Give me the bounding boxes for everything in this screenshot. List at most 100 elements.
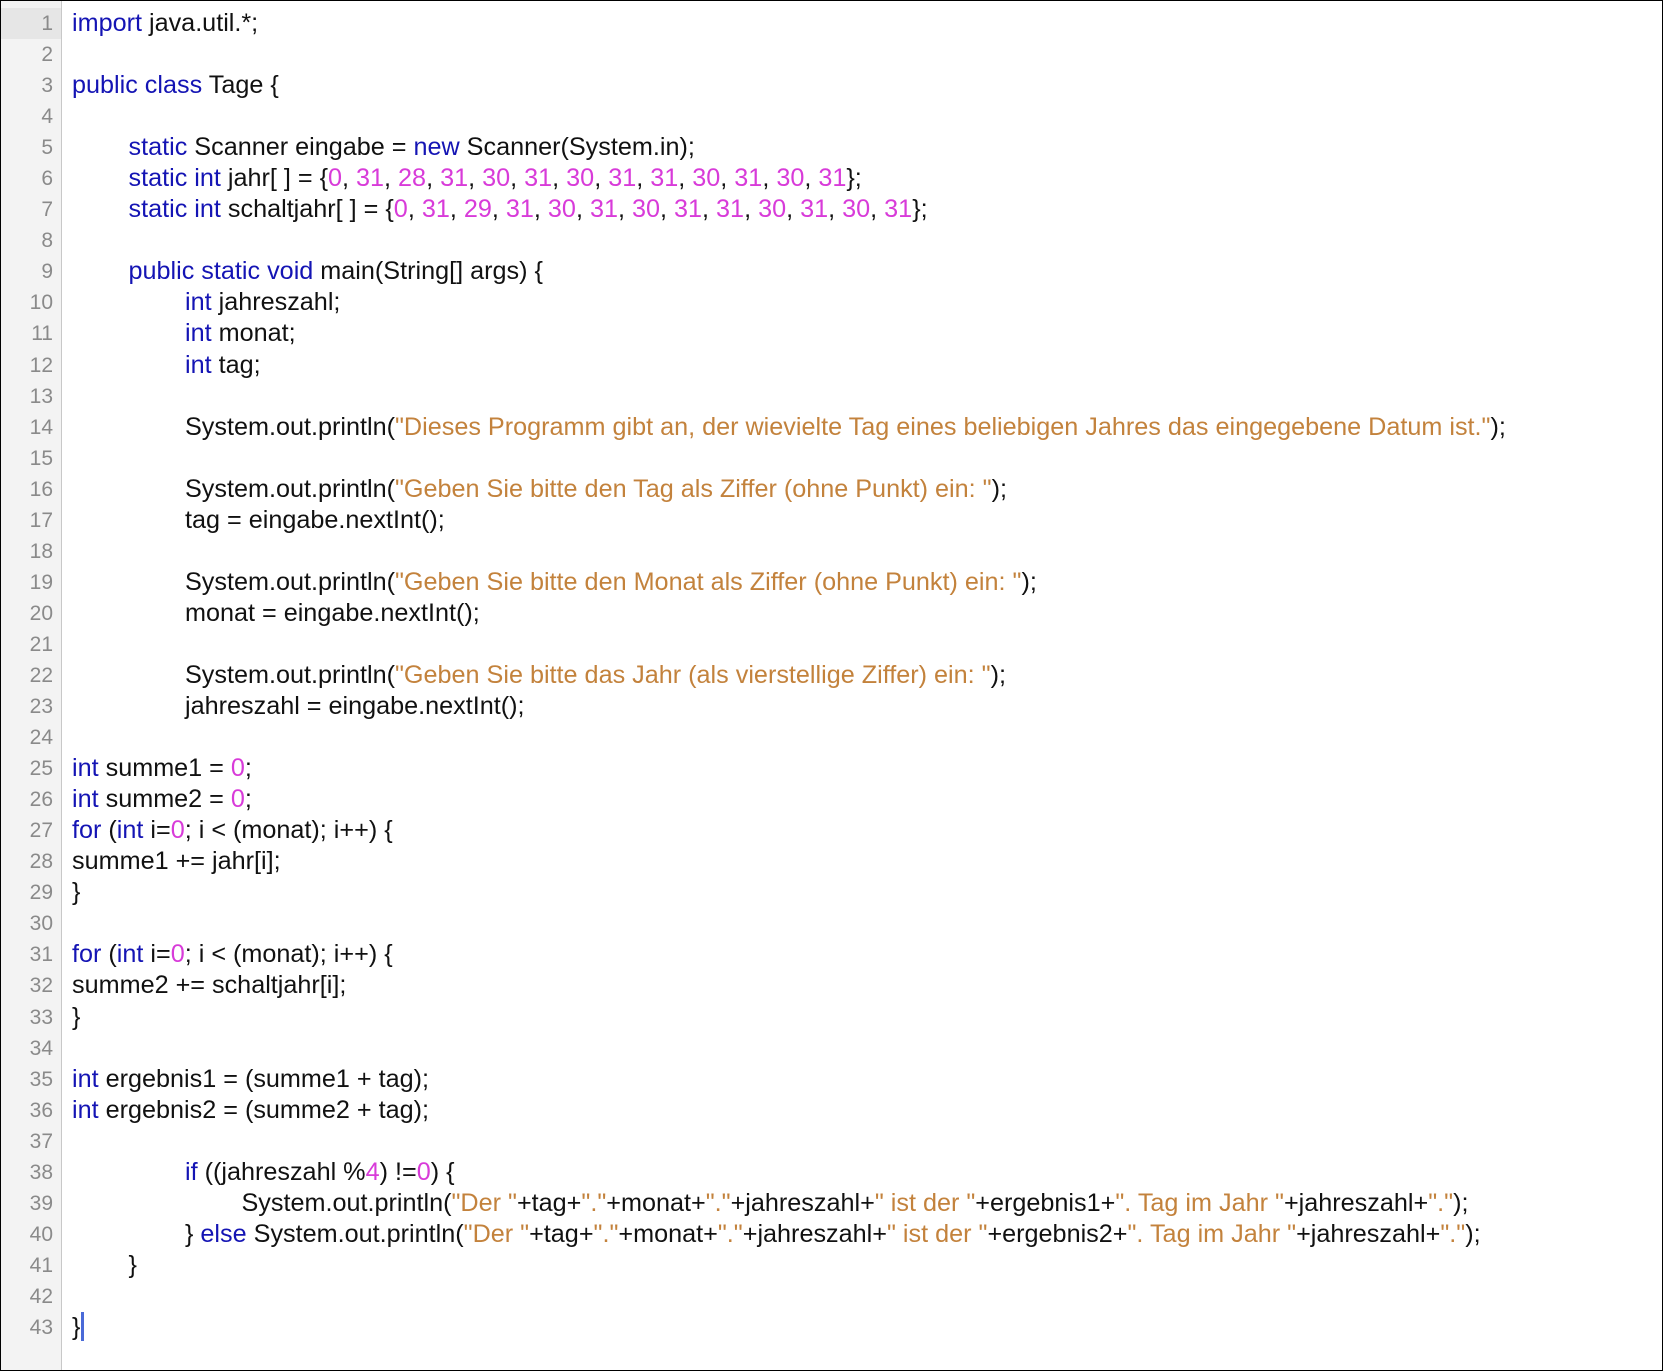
- code-text[interactable]: static Scanner eingabe = new Scanner(Sys…: [129, 132, 695, 163]
- code-text[interactable]: monat = eingabe.nextInt();: [185, 598, 480, 629]
- code-text[interactable]: System.out.println("Geben Sie bitte den …: [185, 474, 1007, 505]
- code-line[interactable]: 8: [1, 225, 1662, 256]
- code-text[interactable]: System.out.println("Dieses Programm gibt…: [185, 412, 1506, 443]
- code-text[interactable]: if ((jahreszahl %4) !=0) {: [185, 1157, 455, 1188]
- code-line[interactable]: 26 int summe2 = 0;: [1, 784, 1662, 815]
- line-number: 18: [29, 539, 53, 563]
- code-editor[interactable]: 1 import java.util.*; 2 3 public class Tage …: [0, 0, 1663, 1371]
- code-line[interactable]: 43}: [1, 1311, 1662, 1343]
- number-literal-token: 30: [758, 195, 787, 224]
- code-line[interactable]: 10 int jahreszahl;: [1, 287, 1662, 318]
- plain-token: ,: [744, 195, 759, 224]
- code-text[interactable]: int jahreszahl;: [185, 287, 340, 318]
- plain-token: ,: [426, 164, 441, 193]
- plain-token: System.out.println(: [185, 660, 395, 689]
- code-text[interactable]: int summe2 = 0;: [72, 784, 252, 815]
- code-line[interactable]: 23 jahreszahl = eingabe.nextInt();: [1, 691, 1662, 722]
- code-text[interactable]: for (int i=0; i < (monat); i++) {: [72, 939, 393, 970]
- code-text[interactable]: import java.util.*;: [72, 8, 258, 39]
- code-line[interactable]: 1 import java.util.*;: [1, 8, 1662, 40]
- plain-token: ,: [678, 164, 693, 193]
- code-line[interactable]: 5 static Scanner eingabe = new Scanner(Sy…: [1, 132, 1662, 163]
- code-text[interactable]: int summe1 = 0;: [72, 753, 252, 784]
- code-line[interactable]: 24: [1, 722, 1662, 753]
- code-line[interactable]: 34: [1, 1033, 1662, 1064]
- code-line[interactable]: 36 int ergebnis2 = (summe2 + tag);: [1, 1095, 1662, 1126]
- code-line[interactable]: 42: [1, 1281, 1662, 1312]
- code-line[interactable]: 15: [1, 443, 1662, 474]
- code-line[interactable]: 25 int summe1 = 0;: [1, 753, 1662, 784]
- code-line[interactable]: 2: [1, 39, 1662, 70]
- code-text[interactable]: System.out.println("Geben Sie bitte den …: [185, 567, 1037, 598]
- keyword-token: else: [200, 1219, 247, 1248]
- plain-token: +tag+: [529, 1219, 594, 1248]
- code-text[interactable]: int ergebnis1 = (summe1 + tag);: [72, 1064, 429, 1095]
- code-line[interactable]: 32 summe2 += schaltjahr[i];: [1, 970, 1662, 1001]
- code-text[interactable]: int tag;: [185, 350, 261, 381]
- code-line[interactable]: 6 static int jahr[ ] = {0, 31, 28, 31, 30…: [1, 163, 1662, 194]
- number-literal-token: 0: [416, 1157, 431, 1186]
- code-line[interactable]: 40} else System.out.println("Der "+tag+"…: [1, 1219, 1662, 1250]
- code-text[interactable]: jahreszahl = eingabe.nextInt();: [185, 691, 525, 722]
- code-text[interactable]: } else System.out.println("Der "+tag+"."…: [185, 1219, 1481, 1250]
- code-line[interactable]: 31 for (int i=0; i < (monat); i++) {: [1, 939, 1662, 970]
- plain-token: ,: [720, 164, 735, 193]
- code-line[interactable]: 7 static int schaltjahr[ ] = {0, 31, 29, …: [1, 194, 1662, 225]
- code-line[interactable]: 22 System.out.println("Geben Sie bitte da…: [1, 660, 1662, 691]
- plain-token: i=: [143, 940, 171, 969]
- code-lines[interactable]: 1 import java.util.*; 2 3 public class Tage …: [1, 8, 1662, 1343]
- line-number: 43: [29, 1315, 53, 1339]
- code-text[interactable]: static int jahr[ ] = {0, 31, 28, 31, 30,…: [129, 163, 862, 194]
- code-line[interactable]: 21: [1, 629, 1662, 660]
- code-text[interactable]: }: [129, 1250, 137, 1281]
- code-text[interactable]: System.out.println("Geben Sie bitte das …: [185, 660, 1006, 691]
- code-line[interactable]: 29}: [1, 877, 1662, 908]
- code-line[interactable]: 41}: [1, 1250, 1662, 1281]
- code-text[interactable]: }: [72, 1002, 80, 1033]
- number-literal-token: 0: [170, 940, 185, 969]
- code-line[interactable]: 9 public static void main(String[] args) …: [1, 256, 1662, 287]
- plain-token: ,: [384, 164, 399, 193]
- code-line[interactable]: 33}: [1, 1002, 1662, 1033]
- code-line[interactable]: 3 public class Tage {: [1, 70, 1662, 101]
- code-text[interactable]: summe2 += schaltjahr[i];: [72, 970, 346, 1001]
- code-text[interactable]: tag = eingabe.nextInt();: [185, 505, 445, 536]
- code-text[interactable]: int ergebnis2 = (summe2 + tag);: [72, 1095, 429, 1126]
- line-number: 29: [29, 881, 53, 905]
- code-text[interactable]: System.out.println("Der "+tag+"."+monat+…: [242, 1188, 1469, 1219]
- code-text[interactable]: for (int i=0; i < (monat); i++) {: [72, 815, 393, 846]
- code-text[interactable]: summe1 += jahr[i];: [72, 846, 281, 877]
- line-number: 7: [41, 198, 53, 222]
- number-literal-token: 31: [356, 164, 385, 193]
- plain-token: System.out.println(: [185, 474, 395, 503]
- code-text[interactable]: }: [72, 1311, 85, 1343]
- code-line[interactable]: 16 System.out.println("Geben Sie bitte de…: [1, 474, 1662, 505]
- code-text[interactable]: }: [72, 877, 80, 908]
- code-line[interactable]: 4: [1, 101, 1662, 132]
- code-text[interactable]: public class Tage {: [72, 70, 279, 101]
- code-line[interactable]: 35 int ergebnis1 = (summe1 + tag);: [1, 1064, 1662, 1095]
- plain-token: ,: [702, 195, 717, 224]
- code-line[interactable]: 39 System.out.println("Der "+tag+"."+mona…: [1, 1188, 1662, 1219]
- code-line[interactable]: 17 tag = eingabe.nextInt();: [1, 505, 1662, 536]
- code-line[interactable]: 30: [1, 908, 1662, 939]
- code-line[interactable]: 20 monat = eingabe.nextInt();: [1, 598, 1662, 629]
- code-line[interactable]: 38 if ((jahreszahl %4) !=0) {: [1, 1157, 1662, 1188]
- line-number: 27: [29, 819, 53, 843]
- plain-token: ergebnis1 = (summe1 + tag);: [98, 1064, 430, 1093]
- code-line[interactable]: 18: [1, 536, 1662, 567]
- code-text[interactable]: static int schaltjahr[ ] = {0, 31, 29, 3…: [129, 194, 928, 225]
- code-line[interactable]: 19 System.out.println("Geben Sie bitte de…: [1, 567, 1662, 598]
- code-line[interactable]: 12 int tag;: [1, 350, 1662, 381]
- code-line[interactable]: 14 System.out.println("Dieses Programm gi…: [1, 412, 1662, 443]
- code-line[interactable]: 28 summe1 += jahr[i];: [1, 846, 1662, 877]
- line-number: 33: [29, 1005, 53, 1029]
- code-line[interactable]: 11 int monat;: [1, 318, 1662, 349]
- code-text[interactable]: int monat;: [185, 318, 296, 349]
- line-number: 36: [29, 1098, 53, 1122]
- code-line[interactable]: 13: [1, 381, 1662, 412]
- code-text[interactable]: public static void main(String[] args) {: [129, 256, 543, 287]
- code-line[interactable]: 27 for (int i=0; i < (monat); i++) {: [1, 815, 1662, 846]
- code-line[interactable]: 37: [1, 1126, 1662, 1157]
- plain-token: tag;: [211, 350, 261, 379]
